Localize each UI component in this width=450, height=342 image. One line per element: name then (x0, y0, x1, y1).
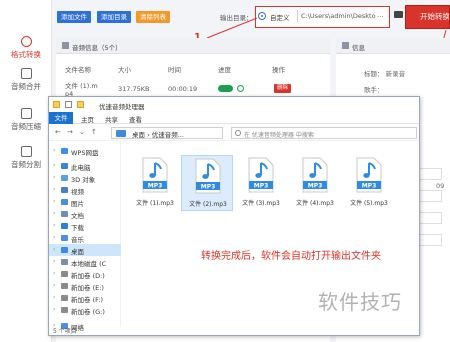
sidebar-item-format-convert[interactable]: 格式转换 (0, 36, 52, 60)
start-convert-button[interactable]: 开始转换 (405, 5, 450, 29)
annotation-arrow-1 (206, 17, 258, 39)
info-number: 09 (436, 182, 445, 190)
clear-list-button[interactable]: 清除列表 (136, 11, 170, 23)
file-item[interactable]: MP3 文件 (3).mp3 (235, 155, 287, 211)
open-folder-icon[interactable] (394, 11, 403, 18)
mp3-icon-label: MP3 (201, 184, 216, 191)
file-name: 文件 (1).mp3 (136, 200, 174, 207)
output-path-field[interactable]: C:\Users\admin\Deskto (297, 10, 383, 22)
file-item[interactable]: MP3 文件 (4).mp3 (289, 155, 341, 211)
mp3-file-icon: MP3 (195, 158, 221, 194)
title-field-label: 标题： 新录音 (364, 68, 405, 78)
file-list-header: 音频信息（5个） (56, 38, 330, 54)
mp3-file-icon: MP3 (356, 157, 382, 193)
row-filename: 文件 (1).m (65, 82, 98, 90)
sidebar-item-label: 音频合并 (11, 82, 41, 91)
row-time: 00:00:19 (168, 85, 198, 93)
mp3-icon-label: MP3 (308, 183, 323, 190)
custom-option-label: 自定义 (270, 14, 290, 22)
sidebar-item-audio-merge[interactable]: 音频合并 (0, 68, 52, 92)
file-name: 文件 (2).mp3 (189, 201, 227, 208)
column-header-name: 文件名称 (65, 66, 91, 74)
file-item[interactable]: MP3 文件 (2).mp3 (181, 155, 233, 211)
column-header-action: 操作 (272, 66, 285, 74)
sidebar-item-label: 音频分割 (11, 160, 41, 169)
mp3-icon-label: MP3 (362, 183, 377, 190)
file-item[interactable]: MP3 文件 (5).mp3 (343, 155, 395, 211)
completion-notice: 转换完成后，软件会自动打开输出文件夹 (201, 251, 381, 262)
file-list-title: 音频信息（5个） (72, 44, 122, 52)
browse-button[interactable]: ... (377, 11, 384, 19)
sidebar-item-label: 音频压缩 (11, 122, 41, 131)
mp3-icon-label: MP3 (148, 183, 163, 190)
sidebar-item-audio-split[interactable]: 音频分割 (0, 146, 52, 170)
convert-icon (20, 36, 32, 47)
app-sidebar: 格式转换 音频合并 音频压缩 音频分割 (0, 0, 52, 342)
add-file-button[interactable]: 添加文件 (57, 11, 91, 23)
mp3-file-icon: MP3 (142, 157, 168, 193)
sidebar-item-label: 格式转换 (11, 50, 41, 59)
file-item[interactable]: MP3 文件 (1).mp3 (129, 155, 181, 211)
file-name: 文件 (3).mp3 (242, 200, 280, 207)
mp3-icon-label: MP3 (254, 183, 269, 190)
info-header: 信息 (336, 38, 450, 54)
delete-button[interactable]: 删除 (274, 84, 291, 93)
progress-bar (218, 85, 233, 92)
list-icon (62, 42, 69, 49)
mp3-file-icon: MP3 (302, 157, 328, 193)
column-header-time: 时间 (168, 66, 181, 74)
title-value: 新录音 (385, 70, 406, 78)
info-title: 信息 (352, 44, 365, 52)
mp3-file-icon: MP3 (248, 157, 274, 193)
compress-icon (20, 108, 32, 119)
singer-label: 歌手： (364, 86, 384, 94)
add-folder-button[interactable]: 添加目录 (97, 11, 131, 23)
status-bar: 5 个项目 (53, 328, 77, 335)
title-label: 标题： (364, 70, 384, 78)
sidebar-item-audio-compress[interactable]: 音频压缩 (0, 108, 52, 132)
progress-status-icon (237, 85, 244, 92)
watermark-text: 软件技巧 (318, 290, 402, 314)
split-icon (20, 146, 32, 157)
file-name: 文件 (5).mp3 (350, 200, 388, 207)
file-name: 文件 (4).mp3 (296, 200, 334, 207)
column-header-progress: 进度 (218, 66, 231, 74)
row-size: 317.75KB (118, 85, 150, 93)
column-header-size: 大小 (118, 66, 131, 74)
gear-icon (342, 42, 349, 49)
merge-icon (20, 68, 32, 79)
